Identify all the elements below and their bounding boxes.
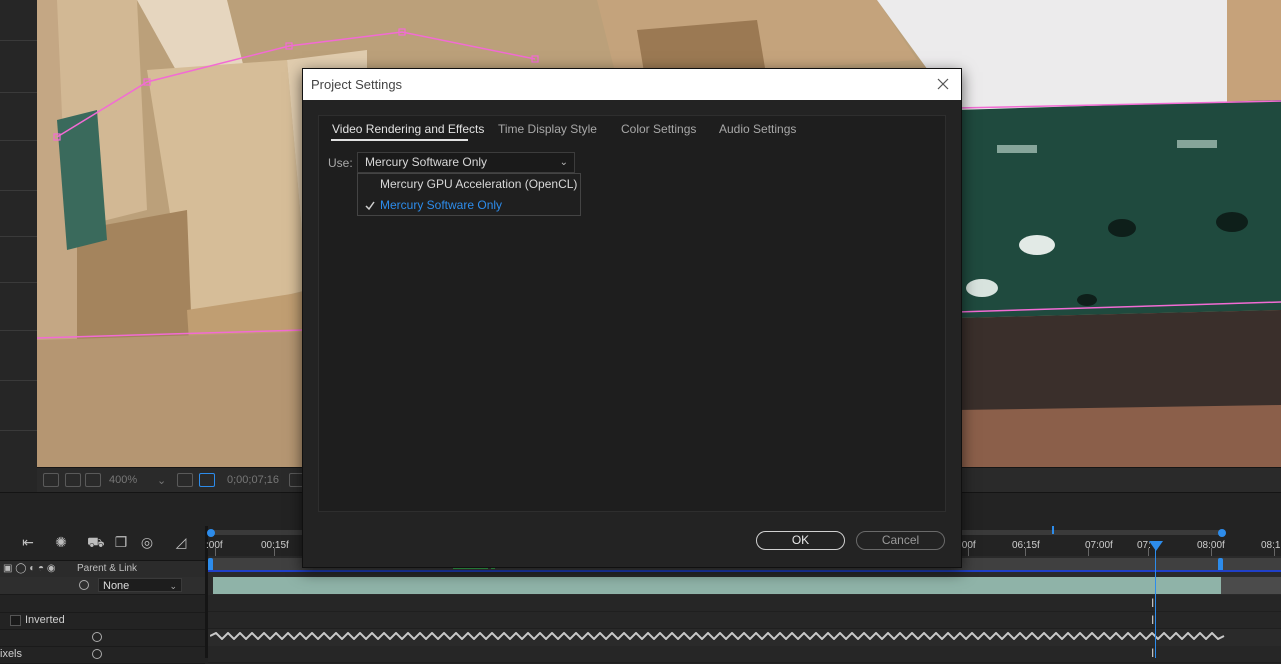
mask-visibility-icon[interactable] bbox=[85, 473, 101, 487]
layer-column-header: ▣ ◯ ◐ ◓ ◉ Parent & Link bbox=[0, 560, 205, 578]
keyframe-marker[interactable]: I bbox=[1151, 596, 1154, 610]
layer-row[interactable]: None ⌄ bbox=[0, 577, 205, 595]
menu-item-gpu-acceleration[interactable]: Mercury GPU Acceleration (OpenCL) bbox=[358, 174, 580, 195]
monitor-icon[interactable] bbox=[65, 473, 81, 487]
property-row bbox=[0, 629, 205, 647]
pixels-label: ixels bbox=[0, 648, 23, 660]
tab-audio-settings[interactable]: Audio Settings bbox=[719, 122, 796, 136]
renderer-dropdown[interactable]: Mercury Software Only ⌄ bbox=[357, 152, 575, 173]
left-panel-strip bbox=[0, 0, 38, 492]
property-row: ixels bbox=[0, 646, 205, 664]
playhead[interactable] bbox=[1155, 544, 1156, 658]
fit-icon[interactable] bbox=[177, 473, 193, 487]
work-area-start-handle[interactable] bbox=[207, 529, 215, 537]
menu-item-label: Mercury Software Only bbox=[380, 198, 503, 212]
pick-whip-icon[interactable] bbox=[79, 580, 89, 590]
ok-button[interactable]: OK bbox=[756, 531, 845, 550]
composition-flowchart-icon[interactable]: ⇤ bbox=[20, 534, 36, 550]
mask-row[interactable]: Inverted bbox=[0, 612, 205, 630]
timeline-toolbar: ⇤ ✺ ⛟ ❐ ◎ ◿ bbox=[0, 526, 205, 556]
ruler-label: 07:00f bbox=[1085, 540, 1113, 551]
menu-item-software-only[interactable]: Mercury Software Only bbox=[358, 195, 580, 216]
keyframe-marker[interactable]: I bbox=[1151, 613, 1154, 627]
close-icon bbox=[937, 78, 949, 90]
zoom-level[interactable]: 400% bbox=[109, 474, 137, 486]
work-area-end-handle[interactable] bbox=[1218, 529, 1226, 537]
dialog-titlebar[interactable]: Project Settings bbox=[303, 69, 961, 100]
layer-bar-tail bbox=[1221, 577, 1281, 594]
track-row bbox=[208, 612, 1281, 629]
project-settings-dialog: Project Settings Video Rendering and Eff… bbox=[302, 68, 962, 568]
pick-whip-icon[interactable] bbox=[92, 632, 102, 642]
waveform-graph bbox=[210, 632, 1225, 640]
track-row bbox=[208, 595, 1281, 612]
inverted-label: Inverted bbox=[25, 614, 65, 626]
ruler-label: 08:1 bbox=[1261, 540, 1281, 551]
graph-editor-icon[interactable]: ◿ bbox=[173, 534, 189, 550]
display-icon[interactable] bbox=[43, 473, 59, 487]
shy-layers-icon[interactable]: ⛟ bbox=[87, 534, 105, 550]
chevron-down-icon: ⌄ bbox=[559, 157, 568, 168]
tab-color-settings[interactable]: Color Settings bbox=[621, 122, 696, 136]
frame-blending-icon[interactable]: ❐ bbox=[113, 534, 129, 550]
checkmark-icon bbox=[365, 201, 375, 211]
close-button[interactable] bbox=[933, 74, 953, 94]
zoom-dropdown-icon[interactable]: ⌄ bbox=[157, 474, 166, 487]
playhead-handle[interactable] bbox=[1149, 541, 1163, 551]
use-label: Use: bbox=[328, 156, 353, 170]
motion-blur-icon[interactable]: ◎ bbox=[139, 534, 155, 550]
active-tab-indicator bbox=[331, 139, 468, 141]
inverted-checkbox[interactable] bbox=[10, 615, 21, 626]
menu-item-label: Mercury GPU Acceleration (OpenCL) bbox=[380, 177, 578, 191]
switches-icons[interactable]: ▣ ◯ ◐ ◓ ◉ bbox=[3, 563, 56, 574]
track-row bbox=[208, 646, 1281, 663]
viewer-timecode[interactable]: 0;00;07;16 bbox=[227, 474, 279, 486]
tab-video-rendering[interactable]: Video Rendering and Effects bbox=[332, 122, 484, 136]
tab-time-display-style[interactable]: Time Display Style bbox=[498, 122, 597, 136]
renderer-dropdown-menu: Mercury GPU Acceleration (OpenCL) Mercur… bbox=[357, 173, 581, 216]
region-icon[interactable] bbox=[199, 473, 215, 487]
dialog-title: Project Settings bbox=[311, 77, 403, 92]
draft-3d-icon[interactable]: ✺ bbox=[53, 534, 69, 550]
parent-dropdown-value: None bbox=[103, 580, 130, 592]
layer-duration-bar[interactable] bbox=[213, 577, 1221, 594]
renderer-dropdown-value: Mercury Software Only bbox=[365, 155, 488, 169]
chevron-down-icon: ⌄ bbox=[169, 581, 177, 591]
parent-link-header: Parent & Link bbox=[77, 563, 138, 574]
layer-row bbox=[0, 595, 205, 613]
cancel-button[interactable]: Cancel bbox=[856, 531, 945, 550]
parent-dropdown[interactable]: None ⌄ bbox=[98, 578, 182, 592]
